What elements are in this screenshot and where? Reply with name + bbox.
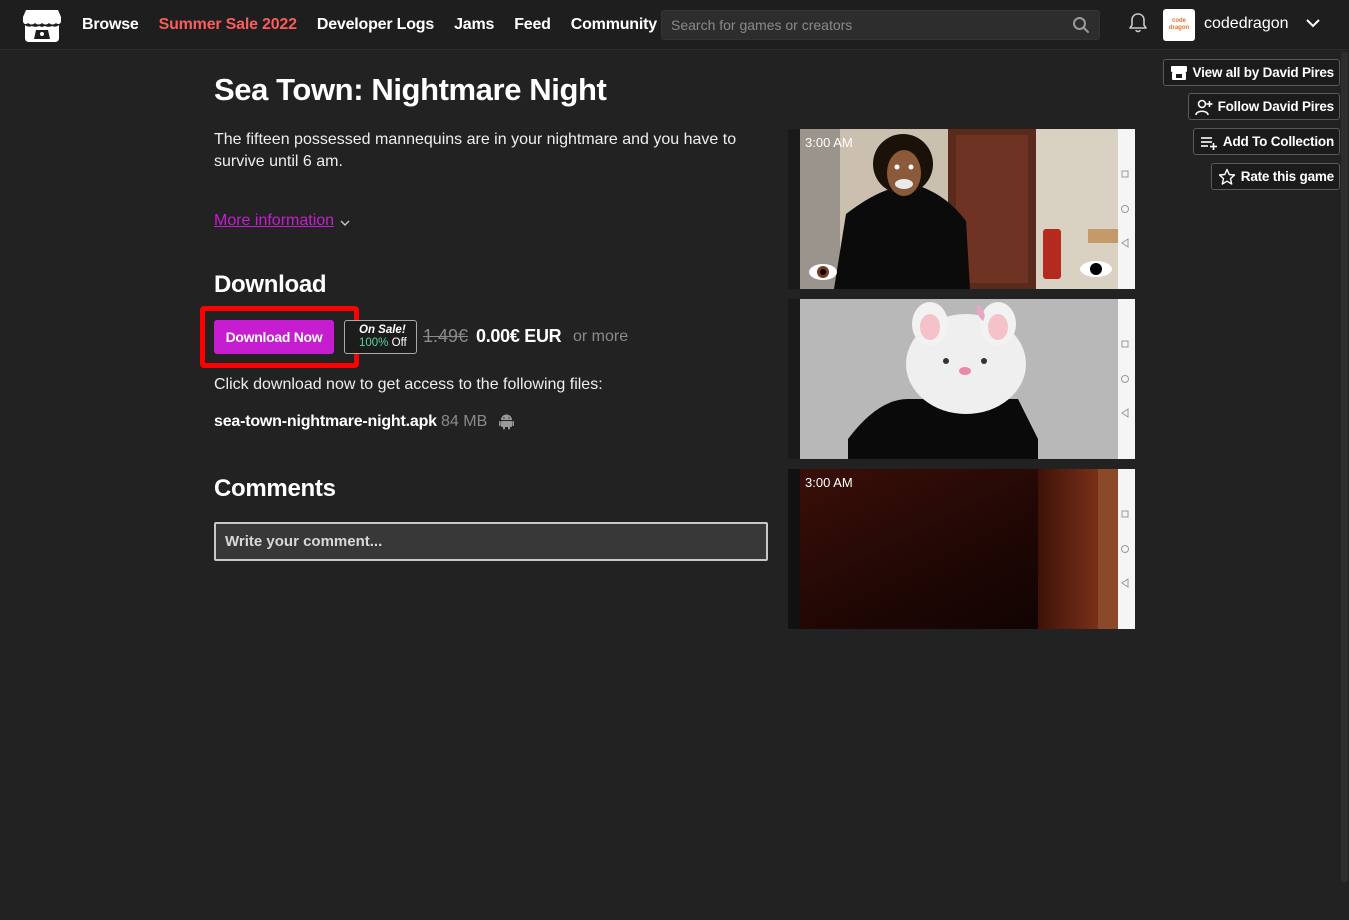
username[interactable]: codedragon (1204, 15, 1289, 33)
screenshot-3-image (788, 469, 1135, 629)
follow-label: Follow David Pires (1217, 99, 1335, 114)
avatar[interactable]: code dragon (1163, 9, 1195, 41)
view-all-by-author-button[interactable]: View all by David Pires (1162, 59, 1340, 86)
playlist-add-icon (1200, 136, 1217, 150)
nav-community[interactable]: Community (571, 16, 657, 34)
rate-label: Rate this game (1240, 169, 1334, 184)
game-description: The fifteen possessed mannequins are in … (214, 131, 737, 170)
file-size: 84 MB (441, 413, 488, 430)
more-information-label: More information (214, 212, 335, 229)
nav-browse[interactable]: Browse (82, 16, 139, 34)
comment-box (214, 522, 768, 561)
chevron-down-icon[interactable] (1305, 15, 1321, 31)
sale-off: Off (391, 337, 407, 349)
download-now-button[interactable]: Download Now (214, 320, 334, 354)
search-icon[interactable] (1072, 16, 1090, 34)
follow-author-button[interactable]: Follow David Pires (1187, 93, 1340, 120)
add-to-collection-button[interactable]: Add To Collection (1192, 128, 1340, 155)
android-icon (499, 414, 514, 430)
add-collection-label: Add To Collection (1222, 134, 1334, 149)
screenshot-1-time: 3:00 AM (805, 135, 853, 150)
screenshot-2-image (788, 299, 1135, 459)
game-title: Sea Town: Nightmare Night (214, 72, 607, 107)
chevron-down-icon (340, 220, 350, 226)
files-info-text: Click download now to get access to the … (214, 376, 603, 393)
screenshot-1[interactable]: 3:00 AM (788, 129, 1135, 289)
itchio-logo-icon[interactable] (22, 8, 62, 44)
or-more-label: or more (573, 328, 629, 345)
screenshot-3-time: 3:00 AM (805, 475, 853, 490)
main-nav: Browse Summer Sale 2022 Developer Logs J… (82, 0, 657, 50)
nav-developer-logs[interactable]: Developer Logs (317, 16, 434, 34)
sale-percent: 100% (359, 337, 389, 349)
sale-badge-line2: 100% Off (359, 337, 416, 350)
file-name: sea-town-nightmare-night.apk (214, 413, 437, 430)
itchio-logo-icon (1170, 65, 1187, 80)
screenshot-2[interactable] (788, 299, 1135, 459)
original-price: 1.49€ (423, 326, 469, 346)
comment-input[interactable] (216, 524, 766, 559)
notification-bell-icon[interactable] (1128, 12, 1148, 34)
rate-game-button[interactable]: Rate this game (1210, 163, 1340, 190)
scrollbar-thumb[interactable] (1341, 52, 1348, 882)
screenshot-1-image (788, 129, 1135, 289)
nav-jams[interactable]: Jams (454, 16, 494, 34)
download-heading: Download (214, 271, 327, 298)
top-navbar: Browse Summer Sale 2022 Developer Logs J… (0, 0, 1349, 50)
sale-badge-line1: On Sale! (359, 324, 406, 336)
search-input[interactable] (662, 11, 1099, 39)
comments-heading: Comments (214, 475, 336, 502)
search-box (661, 10, 1100, 40)
screenshot-3[interactable]: 3:00 AM (788, 469, 1135, 629)
view-all-label: View all by David Pires (1192, 65, 1335, 80)
user-plus-icon (1194, 99, 1213, 115)
nav-feed[interactable]: Feed (514, 16, 551, 34)
more-information-toggle[interactable]: More information (214, 212, 351, 230)
star-icon (1218, 168, 1235, 185)
sale-badge: On Sale! 100% Off (344, 320, 417, 354)
nav-summer-sale[interactable]: Summer Sale 2022 (159, 16, 297, 34)
sale-price: 0.00€ EUR (476, 326, 562, 346)
